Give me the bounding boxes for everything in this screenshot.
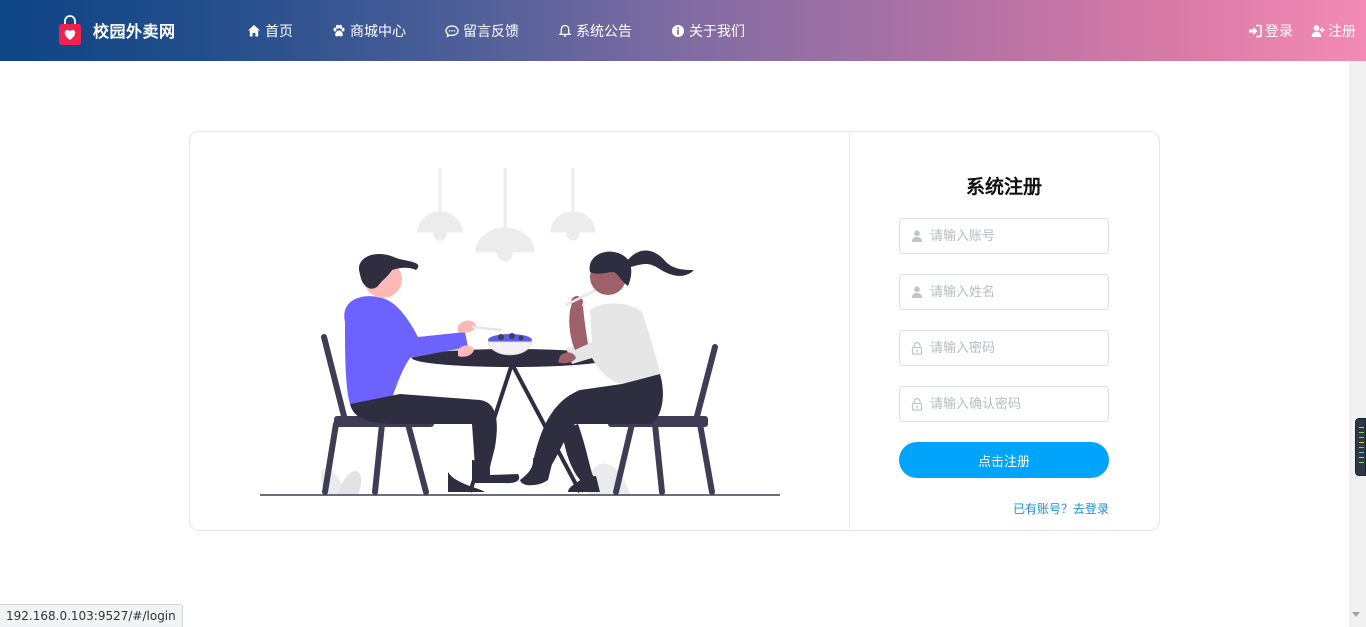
go-login-link[interactable]: 已有账号？去登录 [899,500,1109,517]
auth-links: 登录 注册 [1248,0,1356,61]
login-link-label: 登录 [1265,23,1293,40]
shopping-bag-heart-icon [58,14,82,46]
form-title: 系统注册 [965,176,1042,198]
name-field[interactable] [899,274,1109,310]
nav-item-label: 留言反馈 [463,23,519,40]
bell-icon [558,24,572,37]
scroll-down-arrow-icon[interactable] [1352,612,1360,617]
nav-item-about[interactable]: 关于我们 [671,21,745,41]
page-scrollbar[interactable] [1349,61,1366,627]
nav-item-label: 关于我们 [689,23,745,40]
brand[interactable]: 校园外卖网 [58,14,176,46]
password-field[interactable] [899,330,1109,366]
user-plus-icon [1311,24,1325,37]
info-icon [672,24,684,37]
home-icon [248,24,260,36]
brand-title: 校园外卖网 [93,22,176,41]
user-icon [911,230,923,242]
lock-icon [911,397,923,411]
nav-item-label: 商城中心 [350,23,406,40]
register-submit-button[interactable]: 点击注册 [899,442,1109,478]
confirm-password-input[interactable] [930,387,1105,421]
paw-icon [333,24,345,36]
register-card: 系统注册 点击注册 已有账号？去登录 [189,131,1160,531]
nav-item-label: 首页 [265,23,293,40]
main-nav: 首页 商城中心 留言反馈 系统公告 关于我们 [247,0,784,61]
status-bar-url: 192.168.0.103:9527/#/login [0,604,183,627]
user-icon [911,286,923,298]
name-input[interactable] [930,275,1105,309]
card-divider [849,132,850,530]
register-form: 系统注册 点击注册 已有账号？去登录 [899,172,1109,517]
sign-in-icon [1249,24,1262,37]
login-link[interactable]: 登录 [1248,21,1293,41]
comment-icon [445,24,459,38]
nav-item-mall[interactable]: 商城中心 [332,21,406,41]
account-field[interactable] [899,218,1109,254]
account-input[interactable] [930,219,1105,253]
lock-icon [911,341,923,355]
register-link-label: 注册 [1328,23,1356,40]
register-link[interactable]: 注册 [1311,21,1356,41]
confirm-password-field[interactable] [899,386,1109,422]
nav-item-feedback[interactable]: 留言反馈 [445,21,519,41]
side-panel-tab[interactable] [1355,418,1366,476]
top-navbar: 校园外卖网 首页 商城中心 留言反馈 系统公告 关于我们 登录 注册 [0,0,1366,61]
nav-item-announcement[interactable]: 系统公告 [558,21,632,41]
password-input[interactable] [930,331,1105,365]
dining-couple-illustration [260,168,780,496]
nav-item-label: 系统公告 [576,23,632,40]
nav-item-home[interactable]: 首页 [247,21,293,41]
